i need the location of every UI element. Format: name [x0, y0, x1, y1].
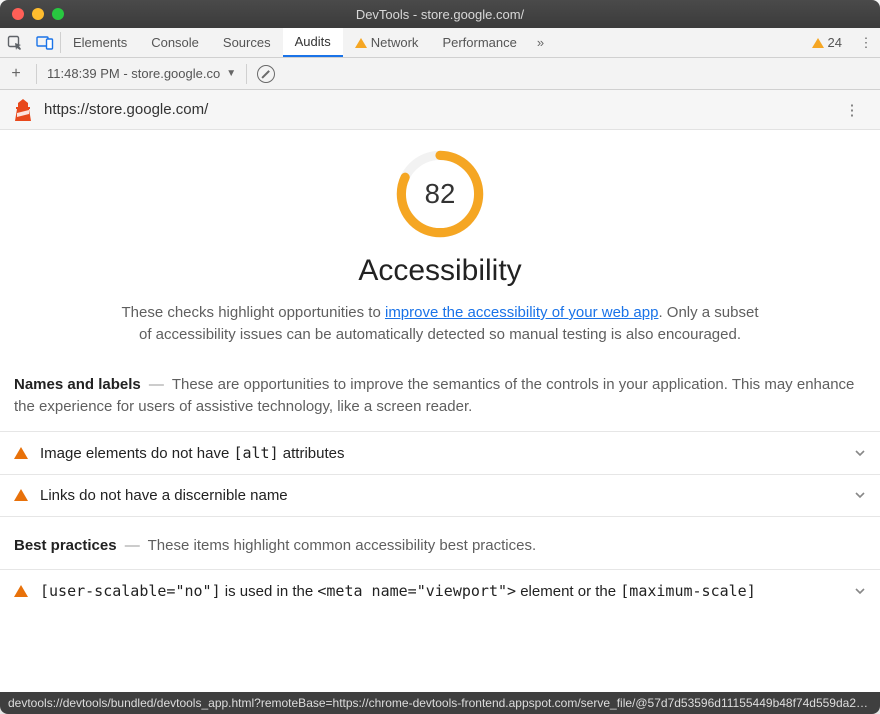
audit-link-name[interactable]: Links do not have a discernible name	[0, 475, 880, 517]
devtools-window: DevTools - store.google.com/ Elements Co…	[0, 0, 880, 714]
traffic-lights	[0, 8, 64, 20]
warning-icon	[812, 38, 824, 48]
score-gauge-wrap: 82 Accessibility These checks highlight …	[0, 130, 880, 356]
audit-list-best-practices: [user-scalable="no"] is used in the <met…	[0, 569, 880, 612]
section-names-labels: Names and labels — These are opportuniti…	[0, 356, 880, 419]
tab-network[interactable]: Network	[343, 28, 431, 57]
chevron-down-icon	[854, 489, 866, 501]
audit-list-names-labels: Image elements do not have [alt] attribu…	[0, 431, 880, 517]
clear-all-button[interactable]	[257, 65, 275, 83]
chevron-down-icon	[854, 585, 866, 597]
divider	[246, 64, 247, 84]
report-menu-button[interactable]: ⋮	[838, 101, 866, 119]
divider	[36, 64, 37, 84]
lighthouse-icon	[14, 99, 32, 121]
inspect-element-icon[interactable]	[0, 28, 30, 57]
report-scroll[interactable]: 82 Accessibility These checks highlight …	[0, 130, 880, 692]
chevron-down-icon: ▼	[226, 68, 236, 79]
category-title: Accessibility	[358, 254, 521, 288]
section-best-practices: Best practices — These items highlight c…	[0, 517, 880, 558]
chevron-down-icon	[854, 447, 866, 459]
window-title: DevTools - store.google.com/	[0, 7, 880, 22]
tab-elements[interactable]: Elements	[61, 28, 139, 57]
fail-icon	[14, 489, 28, 501]
close-window-button[interactable]	[12, 8, 24, 20]
settings-menu-button[interactable]: ⋮	[852, 28, 880, 57]
tab-sources[interactable]: Sources	[211, 28, 283, 57]
fail-icon	[14, 447, 28, 459]
tab-audits[interactable]: Audits	[283, 28, 343, 57]
audits-toolbar: + 11:48:39 PM - store.google.co ▼	[0, 58, 880, 90]
audit-viewport[interactable]: [user-scalable="no"] is used in the <met…	[0, 570, 880, 612]
report-urlbar: https://store.google.com/ ⋮	[0, 90, 880, 130]
warning-icon	[355, 38, 367, 48]
audit-image-alt[interactable]: Image elements do not have [alt] attribu…	[0, 432, 880, 475]
tab-performance[interactable]: Performance	[430, 28, 528, 57]
titlebar: DevTools - store.google.com/	[0, 0, 880, 28]
minimize-window-button[interactable]	[32, 8, 44, 20]
issues-counter[interactable]: 24	[802, 28, 852, 57]
score-gauge: 82	[394, 148, 486, 240]
category-description: These checks highlight opportunities to …	[120, 302, 760, 346]
status-text: devtools://devtools/bundled/devtools_app…	[8, 696, 868, 710]
zoom-window-button[interactable]	[52, 8, 64, 20]
new-audit-button[interactable]: +	[6, 65, 26, 83]
tabs-overflow-button[interactable]: »	[529, 28, 552, 57]
tab-console[interactable]: Console	[139, 28, 211, 57]
status-bar: devtools://devtools/bundled/devtools_app…	[0, 692, 880, 714]
fail-icon	[14, 585, 28, 597]
main-tabstrip: Elements Console Sources Audits Network …	[0, 28, 880, 58]
report-selector[interactable]: 11:48:39 PM - store.google.co ▼	[47, 66, 236, 81]
report-url: https://store.google.com/	[44, 101, 208, 118]
device-toolbar-icon[interactable]	[30, 28, 60, 57]
accessibility-learn-more-link[interactable]: improve the accessibility of your web ap…	[385, 304, 658, 321]
report-content: 82 Accessibility These checks highlight …	[0, 130, 880, 692]
score-value: 82	[425, 178, 456, 209]
